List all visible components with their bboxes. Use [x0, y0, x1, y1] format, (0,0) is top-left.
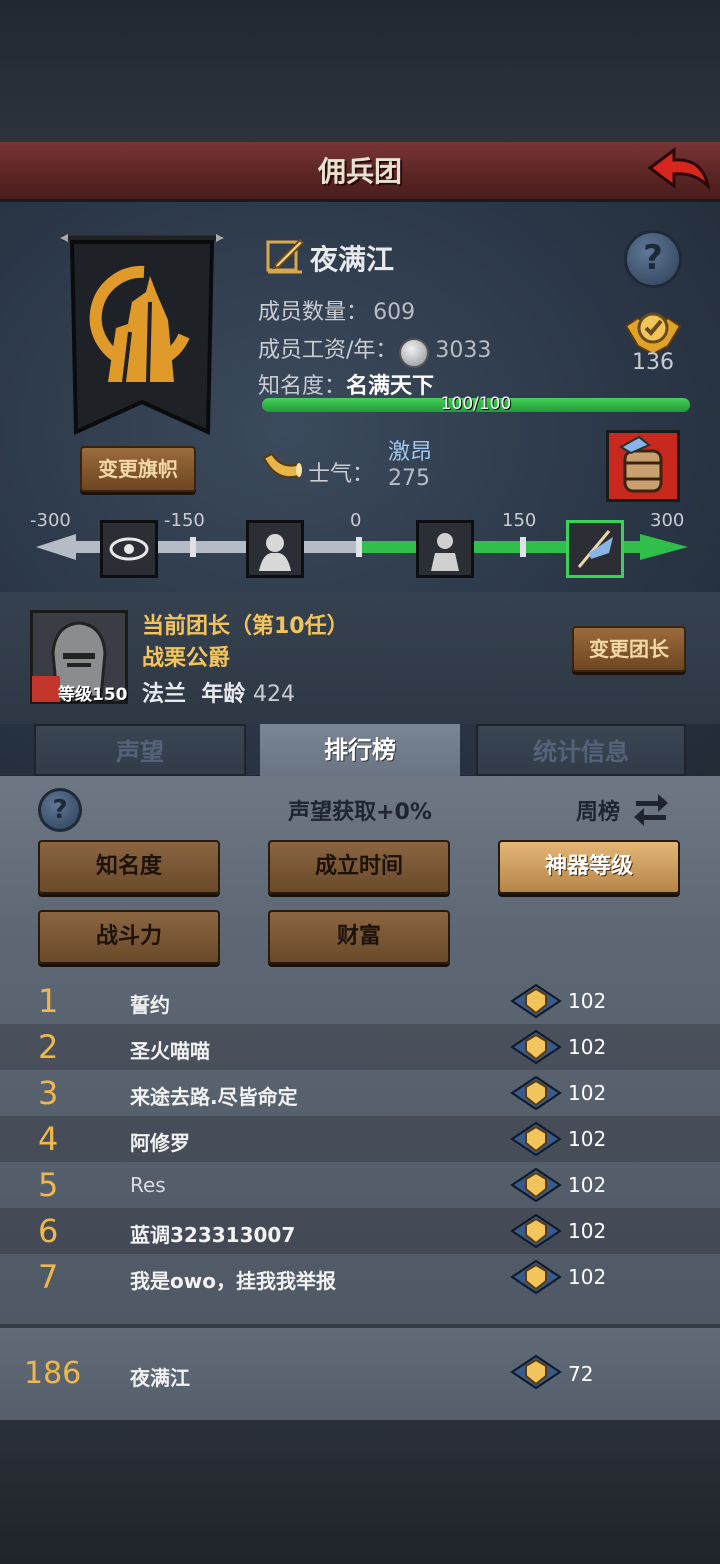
help-button[interactable]: ?	[624, 230, 682, 288]
bottom-background	[0, 1420, 720, 1564]
rank-value: 102	[568, 1265, 607, 1289]
artifact-badge-icon	[510, 1167, 562, 1203]
banner-charge-icon[interactable]	[566, 520, 624, 578]
weekly-toggle[interactable]: 周榜	[576, 794, 620, 826]
top-background	[0, 0, 720, 142]
rank-number: 7	[38, 1258, 59, 1296]
scale-tick-label: 300	[650, 510, 685, 531]
tab-statistics[interactable]: 统计信息	[476, 724, 686, 776]
members-row: 成员数量： 609	[258, 294, 415, 326]
rank-value: 102	[568, 1035, 607, 1059]
rank-guild-name: 来途去路.尽皆命定	[130, 1085, 298, 1109]
members-label: 成员数量：	[258, 300, 369, 325]
rank-value: 102	[568, 1219, 607, 1243]
category-founded-button[interactable]: 成立时间	[268, 840, 450, 894]
rank-guild-name: 蓝调323313007	[130, 1223, 296, 1247]
back-button[interactable]	[644, 146, 714, 196]
morale-value: 275	[388, 466, 430, 491]
artifact-badge-icon	[510, 1259, 562, 1295]
table-row[interactable]: 2 圣火喵喵 102	[0, 1024, 720, 1070]
level-flag-icon	[32, 676, 60, 702]
leader-name: 战栗公爵	[142, 646, 231, 671]
rank-value: 102	[568, 1081, 607, 1105]
salary-label: 成员工资/年：	[258, 338, 398, 363]
rank-guild-name: 阿修罗	[130, 1131, 190, 1155]
scale-tick-label: -150	[164, 510, 205, 531]
rank-number: 3	[38, 1074, 59, 1112]
medal-count: 136	[632, 350, 674, 375]
edit-name-icon[interactable]	[266, 236, 305, 274]
table-row[interactable]: 6 蓝调323313007 102	[0, 1208, 720, 1254]
question-icon: ?	[643, 238, 663, 278]
artifact-badge-icon	[510, 1213, 562, 1249]
fame-progress-text: 100/100	[440, 394, 512, 414]
rank-number: 4	[38, 1120, 59, 1158]
silver-coin-icon	[399, 337, 430, 368]
calm-icon[interactable]	[416, 520, 474, 578]
leader-origin: 法兰	[142, 682, 187, 707]
artifact-badge-icon	[510, 1075, 562, 1111]
scale-tick-label: 0	[350, 510, 362, 531]
rank-number: 6	[38, 1212, 59, 1250]
self-guild-name: 夜满江	[130, 1366, 190, 1390]
rank-number: 2	[38, 1028, 59, 1066]
table-row[interactable]: 3 来途去路.尽皆命定 102	[0, 1070, 720, 1116]
artifact-badge-icon	[510, 1354, 562, 1390]
morale-state: 激昂	[388, 440, 433, 465]
leader-title: 当前团长（第10任）	[142, 614, 349, 639]
rank-guild-name: 我是owo，挂我我举报	[130, 1269, 336, 1293]
change-leader-button[interactable]: 变更团长	[572, 626, 686, 672]
category-power-button[interactable]: 战斗力	[38, 910, 220, 964]
page-title: 佣兵团	[317, 155, 402, 188]
rank-value: 102	[568, 1173, 607, 1197]
back-arrow-icon	[647, 147, 711, 191]
self-value: 72	[568, 1362, 594, 1386]
tab-ranking[interactable]: 排行榜	[260, 724, 460, 776]
rank-number: 1	[38, 982, 59, 1020]
self-ranking-row[interactable]: 186 夜满江 72	[0, 1324, 720, 1420]
table-row[interactable]: 7 我是owo，挂我我举报 102	[0, 1254, 720, 1300]
change-flag-button[interactable]: 变更旗帜	[80, 446, 196, 492]
members-value: 609	[373, 300, 416, 325]
guild-banner-emblem	[58, 232, 226, 442]
artifact-badge-icon	[510, 983, 562, 1019]
rank-guild-name: 誓约	[130, 993, 170, 1017]
morale-label: 士气：	[308, 462, 375, 487]
salary-row: 成员工资/年： 3033	[258, 332, 491, 368]
category-artifact-button[interactable]: 神器等级	[498, 840, 680, 894]
scale-tick-label: -300	[30, 510, 71, 531]
rank-guild-name: Res	[130, 1173, 166, 1197]
leader-age-label: 年龄	[201, 682, 246, 707]
rank-value: 102	[568, 989, 607, 1013]
eye-icon[interactable]	[100, 520, 158, 578]
artifact-badge-icon	[510, 1121, 562, 1157]
table-row[interactable]: 4 阿修罗 102	[0, 1116, 720, 1162]
rank-number: 5	[38, 1166, 59, 1204]
category-fame-button[interactable]: 知名度	[38, 840, 220, 894]
despair-icon[interactable]	[246, 520, 304, 578]
artifact-badge-icon	[510, 1029, 562, 1065]
scale-tick-label: 150	[502, 510, 537, 531]
table-row[interactable]: 1 誓约 102	[0, 978, 720, 1024]
swap-icon[interactable]	[632, 790, 670, 826]
rank-guild-name: 圣火喵喵	[130, 1039, 210, 1063]
rank-value: 102	[568, 1127, 607, 1151]
leader-info: 法兰 年龄 424	[142, 676, 295, 708]
horn-icon	[262, 452, 302, 484]
leader-age-value: 424	[253, 682, 296, 707]
category-wealth-button[interactable]: 财富	[268, 910, 450, 964]
guild-name: 夜满江	[310, 243, 395, 276]
leader-level: 等级150	[58, 685, 128, 705]
self-rank: 186	[24, 1356, 82, 1391]
tab-reputation[interactable]: 声望	[34, 724, 246, 776]
table-row[interactable]: 5 Res 102	[0, 1162, 720, 1208]
barrel-icon[interactable]	[606, 430, 680, 502]
salary-value: 3033	[435, 338, 492, 363]
